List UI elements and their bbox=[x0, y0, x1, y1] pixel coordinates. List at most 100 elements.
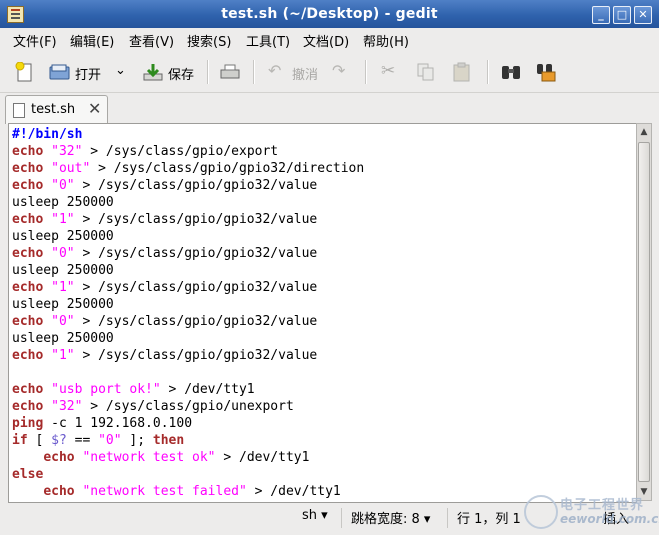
window-titlebar[interactable]: test.sh (~/Desktop) - gedit _ □ ✕ bbox=[0, 0, 659, 28]
code-string: "0" bbox=[51, 178, 75, 193]
toolbar: 打开 ⌄ 保存 ↶ 撤消 ↷ ✂ bbox=[0, 52, 659, 93]
undo-icon: ↶ bbox=[268, 61, 282, 80]
code-text: usleep 250000 bbox=[12, 229, 114, 244]
undo-label: 撤消 bbox=[292, 68, 319, 83]
code-line: ping -c 1 192.168.0.100 bbox=[12, 415, 364, 432]
code-line: echo "network test ok" > /dev/tty1 bbox=[12, 449, 364, 466]
code-line: echo "1" > /sys/class/gpio/gpio32/value bbox=[12, 211, 364, 228]
code-string: "1" bbox=[51, 212, 75, 227]
code-string: "1" bbox=[51, 348, 75, 363]
code-text: == bbox=[66, 433, 99, 448]
code-text: > /sys/class/gpio/export bbox=[82, 144, 279, 159]
binoculars-icon bbox=[502, 66, 520, 79]
menu-tools[interactable]: 工具(T) bbox=[246, 31, 290, 50]
code-line: usleep 250000 bbox=[12, 194, 364, 211]
code-string: "network test failed" bbox=[82, 484, 247, 499]
new-document-icon bbox=[15, 62, 32, 82]
text-editor[interactable]: #!/bin/sh echo "32" > /sys/class/gpio/exp… bbox=[8, 123, 637, 503]
code-line: usleep 250000 bbox=[12, 228, 364, 245]
close-tab-icon[interactable]: ✕ bbox=[88, 99, 101, 118]
watermark-line2: eeworld.com.cn bbox=[560, 512, 659, 526]
find-button[interactable] bbox=[499, 59, 525, 85]
code-line: echo "out" > /sys/class/gpio/gpio32/dire… bbox=[12, 160, 364, 177]
menu-documents[interactable]: 文档(D) bbox=[303, 31, 349, 50]
code-string: "usb port ok!" bbox=[51, 382, 161, 397]
find-replace-button[interactable] bbox=[534, 59, 560, 85]
code-string: "32" bbox=[51, 399, 83, 414]
menubar: 文件(F) 编辑(E) 查看(V) 搜索(S) 工具(T) 文档(D) 帮助(H… bbox=[0, 28, 659, 50]
toolbar-separator bbox=[365, 60, 367, 84]
code-text: usleep 250000 bbox=[12, 331, 114, 346]
undo-button[interactable]: ↶ 撤消 bbox=[266, 59, 326, 85]
tab-width-selector[interactable]: 跳格宽度: 8 ▾ bbox=[351, 508, 430, 527]
menu-view[interactable]: 查看(V) bbox=[129, 31, 174, 50]
code-keyword: ping bbox=[12, 416, 44, 431]
paste-button[interactable] bbox=[450, 59, 474, 85]
code-line: else bbox=[12, 466, 364, 483]
code-line: usleep 250000 bbox=[12, 330, 364, 347]
toolbar-separator bbox=[487, 60, 489, 84]
vertical-scrollbar[interactable]: ▲ ▼ bbox=[636, 123, 652, 501]
code-text: > /sys/class/gpio/gpio32/value bbox=[74, 246, 318, 261]
code-keyword: echo bbox=[12, 399, 44, 414]
save-label: 保存 bbox=[168, 68, 195, 83]
toolbar-separator bbox=[253, 60, 255, 84]
menu-help[interactable]: 帮助(H) bbox=[363, 31, 409, 50]
cursor-position: 行 1，列 1 bbox=[457, 512, 521, 527]
code-line: echo "0" > /sys/class/gpio/gpio32/value bbox=[12, 245, 364, 262]
code-line: usleep 250000 bbox=[12, 262, 364, 279]
code-keyword: echo bbox=[12, 382, 44, 397]
copy-button[interactable] bbox=[414, 59, 438, 85]
statusbar-separator bbox=[447, 508, 448, 528]
open-label: 打开 bbox=[75, 68, 102, 83]
code-keyword: if bbox=[12, 433, 28, 448]
statusbar-separator bbox=[341, 508, 342, 528]
scrollbar-thumb[interactable] bbox=[638, 142, 650, 482]
print-button[interactable] bbox=[217, 59, 243, 85]
scroll-up-icon[interactable]: ▲ bbox=[638, 126, 650, 138]
save-icon bbox=[143, 64, 163, 81]
code-keyword: echo bbox=[43, 450, 75, 465]
tab-test-sh[interactable]: test.sh ✕ bbox=[5, 95, 108, 124]
minimize-icon[interactable]: _ bbox=[592, 6, 610, 24]
close-window-icon[interactable]: ✕ bbox=[634, 6, 652, 24]
code-keyword: echo bbox=[12, 161, 44, 176]
code-text: usleep 250000 bbox=[12, 297, 114, 312]
tab-label: test.sh bbox=[31, 102, 76, 117]
menu-search[interactable]: 搜索(S) bbox=[187, 31, 231, 50]
code-line: usleep 250000 bbox=[12, 296, 364, 313]
open-button[interactable]: 打开 bbox=[48, 59, 108, 85]
code-line: echo "usb port ok!" > /dev/tty1 bbox=[12, 381, 364, 398]
clipboard-icon bbox=[453, 62, 470, 82]
cut-button[interactable]: ✂ bbox=[378, 59, 402, 85]
language-selector[interactable]: sh ▾ bbox=[302, 508, 328, 523]
maximize-icon[interactable]: □ bbox=[613, 6, 631, 24]
code-text: > /sys/class/gpio/unexport bbox=[82, 399, 294, 414]
menu-file[interactable]: 文件(F) bbox=[13, 31, 57, 50]
recent-files-dropdown[interactable]: ⌄ bbox=[112, 59, 130, 85]
code-keyword: echo bbox=[43, 484, 75, 499]
watermark-emblem bbox=[524, 495, 558, 529]
menu-edit[interactable]: 编辑(E) bbox=[70, 31, 114, 50]
code-line: echo "0" > /sys/class/gpio/gpio32/value bbox=[12, 177, 364, 194]
code-string: "0" bbox=[51, 314, 75, 329]
code-line: echo "32" > /sys/class/gpio/unexport bbox=[12, 398, 364, 415]
code-line: if [ $? == "0" ]; then bbox=[12, 432, 364, 449]
new-document-button[interactable] bbox=[12, 59, 38, 85]
redo-button[interactable]: ↷ bbox=[330, 59, 352, 85]
watermark-logo: 电子工程世界 eeworld.com.cn bbox=[520, 491, 659, 531]
code-line: echo "1" > /sys/class/gpio/gpio32/value bbox=[12, 347, 364, 364]
code-view: #!/bin/sh echo "32" > /sys/class/gpio/exp… bbox=[12, 126, 364, 500]
copy-icon bbox=[417, 63, 434, 81]
code-variable: $? bbox=[51, 433, 67, 448]
code-string: "out" bbox=[51, 161, 91, 176]
save-button[interactable]: 保存 bbox=[142, 59, 200, 85]
code-keyword: echo bbox=[12, 212, 44, 227]
code-text: -c 1 192.168.0.100 bbox=[43, 416, 193, 431]
